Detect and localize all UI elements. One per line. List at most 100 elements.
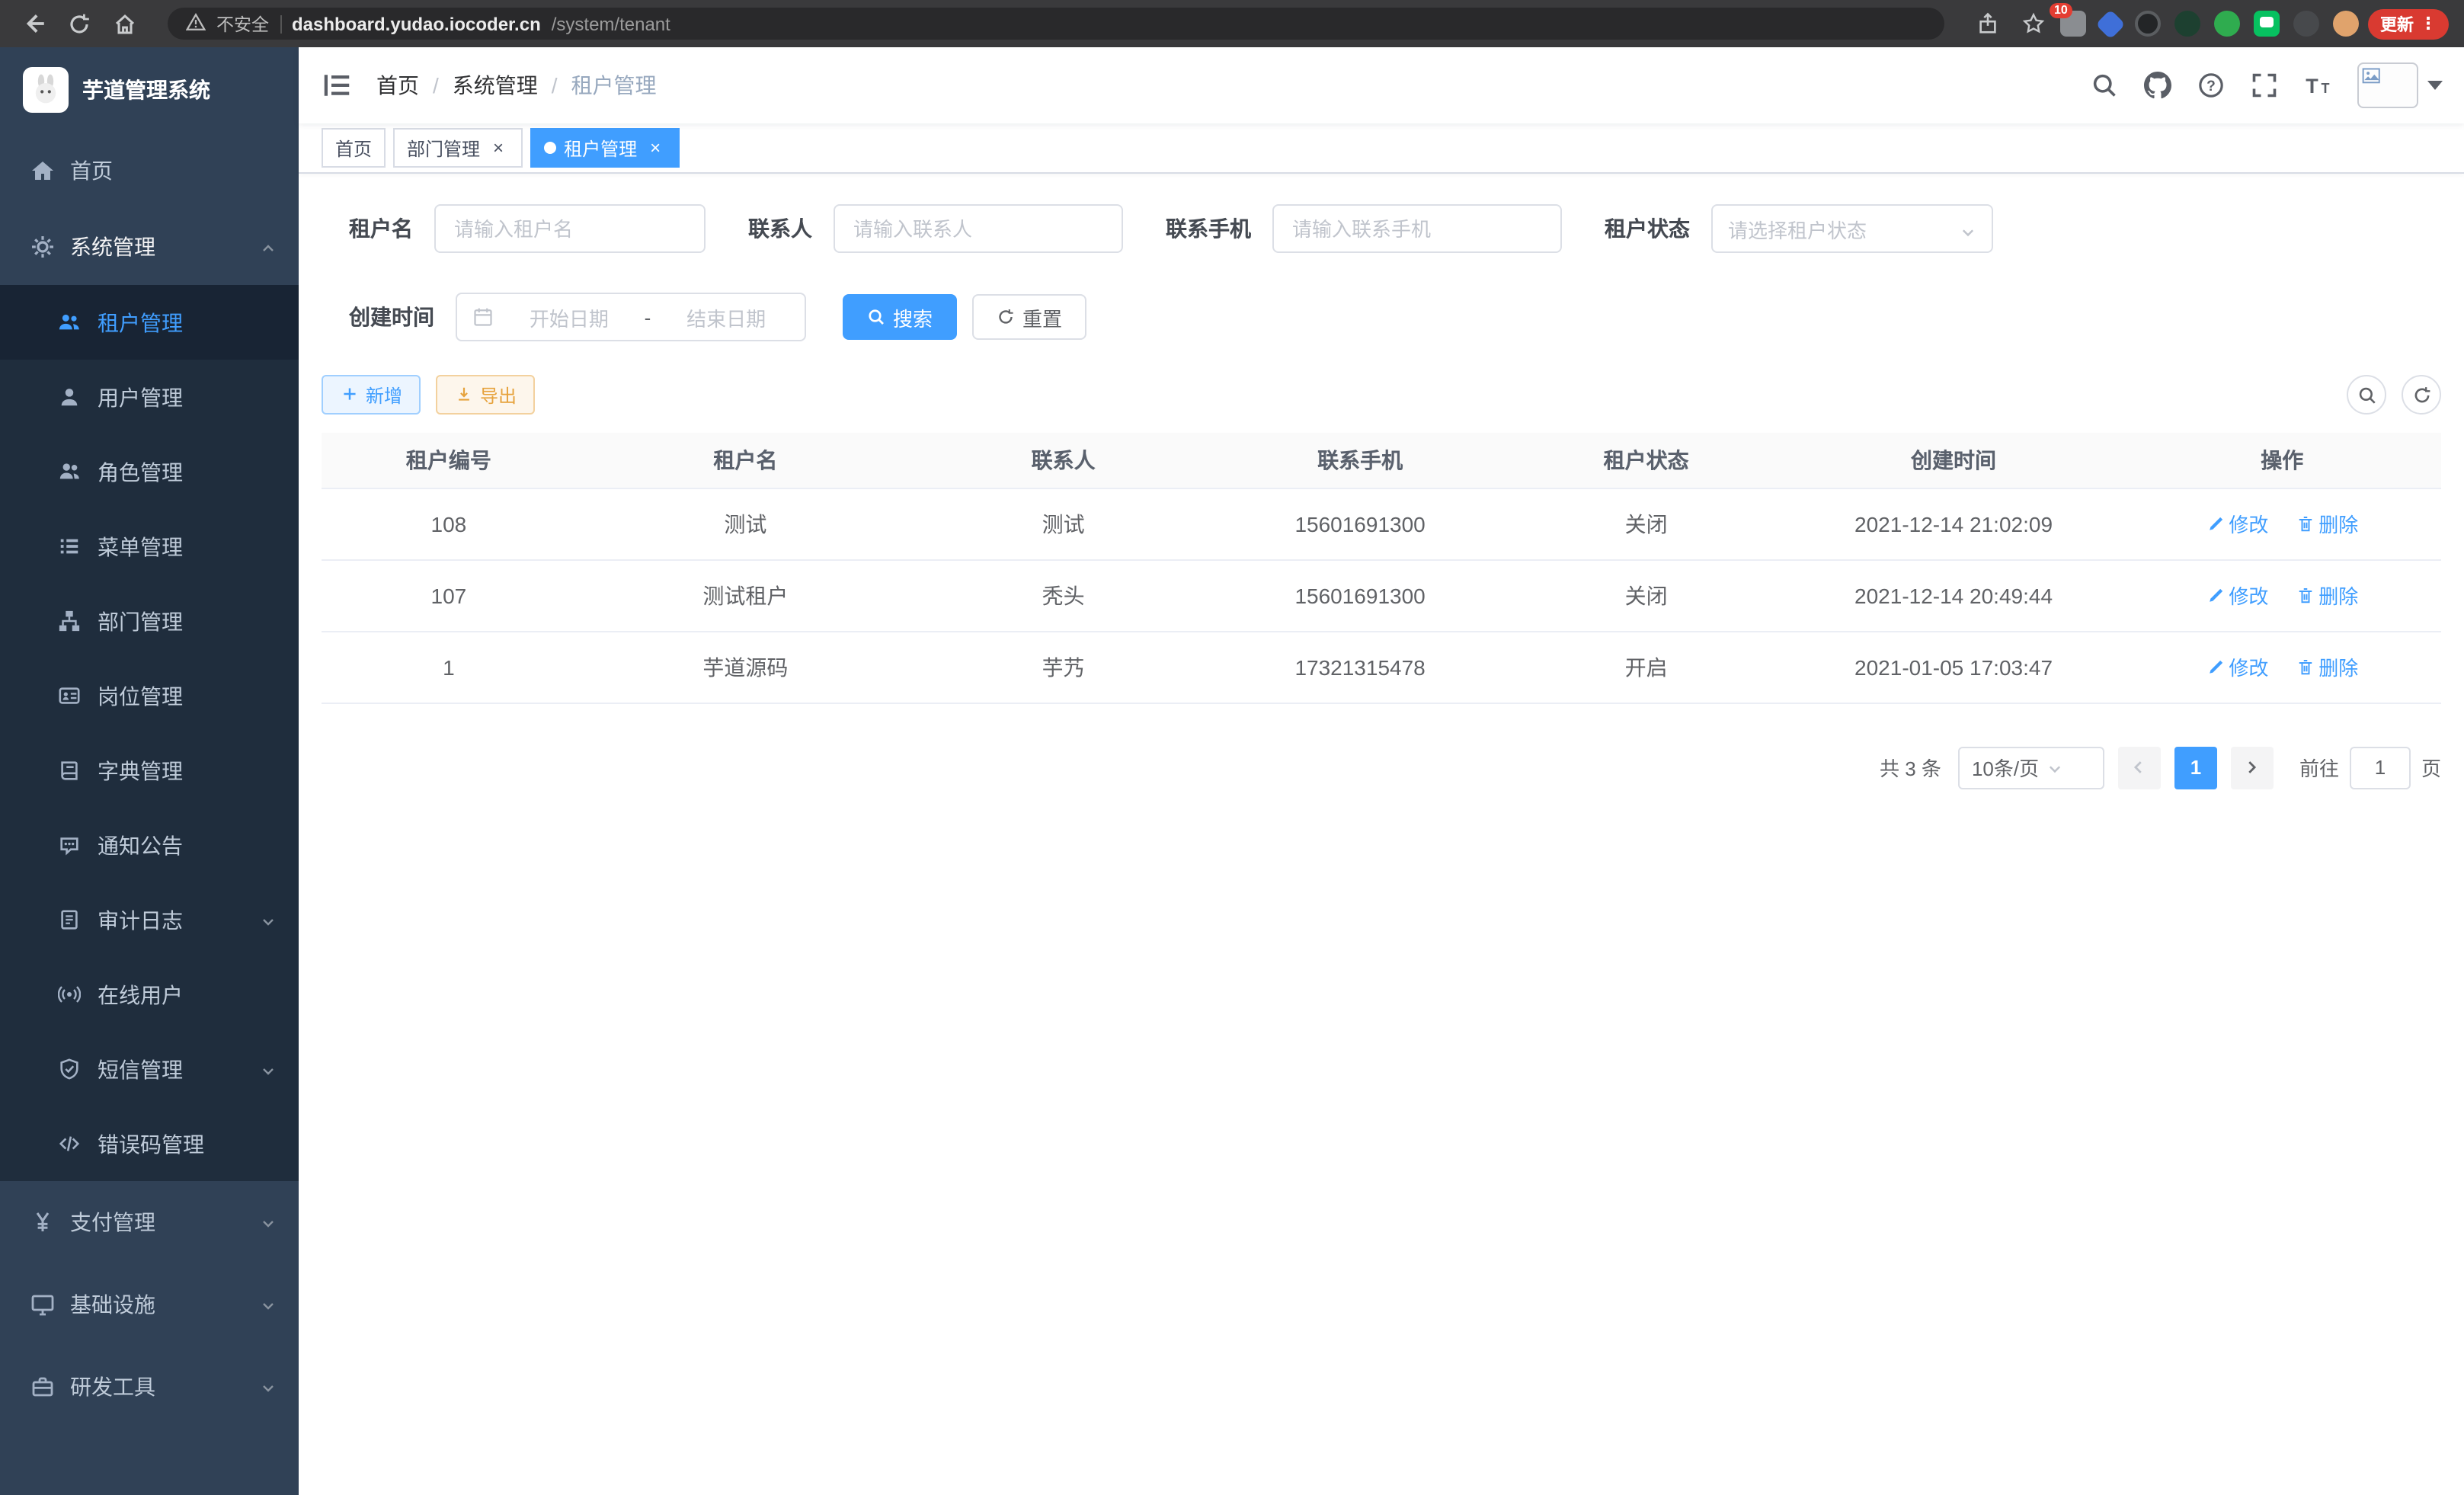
pencil-icon [2206,586,2224,604]
org-tree-icon [58,609,82,633]
page-size-select[interactable]: 10条/页 [1958,746,2104,789]
address-bar[interactable]: 不安全 dashboard.yudao.iocoder.cn/system/te… [168,8,1944,40]
sidebar-logo[interactable]: 芋道管理系统 [0,47,299,133]
chevron-up-icon [259,238,277,256]
export-button[interactable]: 导出 [436,375,535,415]
trash-icon [2296,658,2314,676]
date-range-picker[interactable]: 开始日期 - 结束日期 [456,293,806,341]
tab-tenant-management[interactable]: 租户管理 [530,128,680,168]
extensions-area: 10 [2060,11,2359,37]
add-button[interactable]: 新增 [322,375,421,415]
delete-link[interactable]: 删除 [2296,509,2358,538]
back-icon[interactable] [15,5,52,42]
sidebar-item-sms-management[interactable]: 短信管理 [0,1032,299,1106]
cell-tenant-id: 107 [322,559,576,631]
breadcrumb-home[interactable]: 首页 [376,70,419,101]
delete-link[interactable]: 删除 [2296,581,2358,610]
goto-page-input[interactable] [2350,746,2411,789]
plus-icon [340,386,358,404]
fullscreen-icon[interactable] [2251,72,2278,99]
sidebar-item-notice[interactable]: 通知公告 [0,808,299,882]
extension-icon[interactable] [2254,11,2280,37]
tenant-name-input[interactable] [434,204,706,253]
refresh-icon [997,308,1015,326]
share-icon[interactable] [1969,5,2005,42]
sidebar-item-online-users[interactable]: 在线用户 [0,957,299,1032]
kebab-menu-icon[interactable]: ⋮ [2420,14,2437,34]
sidebar-item-tenant-management[interactable]: 租户管理 [0,285,299,360]
font-size-icon[interactable]: TT [2304,72,2331,99]
yen-icon [30,1210,55,1234]
help-icon[interactable]: ? [2197,72,2225,99]
close-icon[interactable] [645,137,666,158]
delete-link[interactable]: 删除 [2296,652,2358,681]
bookmark-star-icon[interactable] [2014,5,2051,42]
extension-icon[interactable] [2095,8,2126,39]
sidebar-collapse-icon[interactable] [322,70,352,101]
extension-icon[interactable] [2174,11,2200,37]
cell-contact: 秃头 [915,559,1211,631]
delete-label: 删除 [2318,509,2358,538]
sidebar-item-menu-management[interactable]: 菜单管理 [0,509,299,584]
refresh-table-icon[interactable] [2402,375,2441,415]
warning-icon [186,11,206,36]
status-label: 租户状态 [1605,213,1690,244]
next-page-button[interactable] [2231,746,2274,789]
edit-link[interactable]: 修改 [2206,581,2268,610]
tenant-table: 租户编号 租户名 联系人 联系手机 租户状态 创建时间 操作 108 测试 [322,433,2441,703]
filter-row-2: 创建时间 开始日期 - 结束日期 搜索 重置 [349,293,2441,341]
code-icon [58,1132,82,1156]
page-number-button[interactable]: 1 [2174,746,2217,789]
sidebar-item-system-management[interactable]: 系统管理 [0,209,299,285]
browser-update-button[interactable]: 更新 ⋮ [2368,8,2449,39]
extension-icon[interactable] [2135,11,2161,37]
edit-link[interactable]: 修改 [2206,509,2268,538]
phone-input[interactable] [1272,204,1562,253]
avatar[interactable] [2357,62,2418,108]
extension-icon[interactable] [2214,11,2240,37]
sidebar-item-dept-management[interactable]: 部门管理 [0,584,299,658]
reload-icon[interactable] [61,5,98,42]
cell-tenant-id: 1 [322,631,576,703]
sidebar-item-dev-tools[interactable]: 研发工具 [0,1346,299,1428]
download-icon [454,386,472,404]
sidebar-item-error-code-management[interactable]: 错误码管理 [0,1106,299,1181]
divider [280,14,281,33]
search-icon[interactable] [2091,72,2118,99]
contact-input[interactable] [834,204,1123,253]
sidebar-item-infrastructure[interactable]: 基础设施 [0,1263,299,1346]
home-icon [30,158,55,183]
reset-button[interactable]: 重置 [972,294,1086,340]
puzzle-extension-icon[interactable] [2293,11,2319,37]
extension-icon[interactable]: 10 [2060,11,2086,37]
profile-avatar[interactable] [2333,11,2359,37]
trash-icon [2296,514,2314,533]
github-icon[interactable] [2144,72,2171,99]
cell-phone: 15601691300 [1211,488,1508,559]
search-button[interactable]: 搜索 [843,294,957,340]
header-status: 租户状态 [1509,433,1784,488]
user-avatar-menu[interactable] [2357,62,2443,108]
tab-home[interactable]: 首页 [322,128,386,168]
breadcrumb-system[interactable]: 系统管理 [453,70,538,101]
home-icon[interactable] [107,5,143,42]
status-select[interactable]: 请选择租户状态 [1711,204,1993,253]
tab-dept-management[interactable]: 部门管理 [393,128,523,168]
sidebar-item-role-management[interactable]: 角色管理 [0,434,299,509]
close-icon[interactable] [488,137,509,158]
sidebar-item-user-management[interactable]: 用户管理 [0,360,299,434]
chevron-down-icon [1960,220,1976,237]
tenant-name-label: 租户名 [349,213,413,244]
sidebar-item-audit-log[interactable]: 审计日志 [0,882,299,957]
toggle-search-icon[interactable] [2347,375,2386,415]
sidebar-item-payment-management[interactable]: 支付管理 [0,1181,299,1263]
edit-link[interactable]: 修改 [2206,652,2268,681]
svg-text:T: T [2306,75,2318,98]
sidebar-item-post-management[interactable]: 岗位管理 [0,658,299,733]
sidebar-item-dict-management[interactable]: 字典管理 [0,733,299,808]
tags-view-bar: 首页 部门管理 租户管理 [299,123,2464,174]
breadcrumb-separator: / [552,73,558,98]
prev-page-button[interactable] [2118,746,2161,789]
security-label[interactable]: 不安全 [216,11,269,36]
sidebar-item-home[interactable]: 首页 [0,133,299,209]
